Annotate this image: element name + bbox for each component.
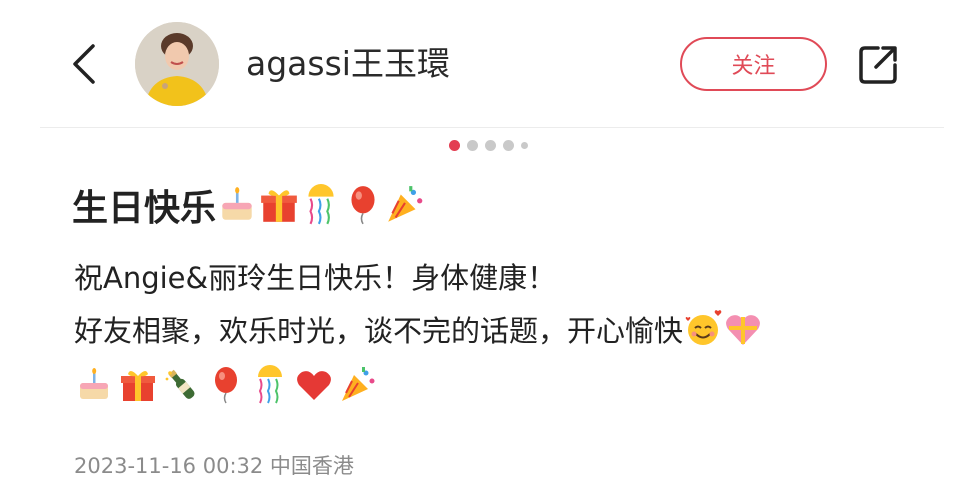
post-body-emoji-row — [74, 358, 934, 411]
avatar-image — [135, 22, 219, 106]
post-body-line: 祝Angie&丽玲生日快乐！身体健康！ — [74, 261, 557, 295]
pager-dot[interactable] — [485, 139, 496, 151]
avatar[interactable] — [135, 22, 219, 106]
post-timestamp: 2023-11-16 00:32 中国香港 — [74, 454, 354, 478]
post-body: 祝Angie&丽玲生日快乐！身体健康！ 好友相聚，欢乐时光，谈不完的话题，开心愉… — [74, 252, 934, 411]
username[interactable]: agassi王玉環 — [246, 44, 450, 84]
post-body-text: 好友相聚，欢乐时光，谈不完的话题，开心愉快 — [74, 314, 684, 348]
header-divider — [40, 127, 944, 128]
follow-button[interactable]: 关注 — [680, 37, 827, 91]
share-external-icon — [859, 46, 897, 84]
share-button[interactable] — [852, 40, 904, 90]
smiling-hearts-icon — [685, 310, 722, 345]
party-popper-icon — [388, 186, 423, 222]
heart-gift-icon — [726, 315, 760, 345]
pager-dot[interactable] — [503, 139, 514, 151]
balloon-icon — [351, 186, 375, 225]
party-popper-icon — [342, 366, 375, 401]
gift-icon — [121, 370, 155, 401]
post-title: 生日快乐 — [72, 184, 426, 234]
post-body-line: 好友相聚，欢乐时光，谈不完的话题，开心愉快 — [74, 305, 934, 358]
confetti-ball-icon — [258, 364, 282, 403]
pager-dot[interactable] — [521, 141, 528, 149]
cake-icon — [80, 367, 108, 399]
balloon-icon — [215, 366, 237, 403]
image-pager-dots — [449, 139, 528, 151]
gift-icon — [261, 190, 297, 222]
cake-icon — [222, 187, 252, 220]
pager-dot[interactable] — [467, 139, 478, 151]
champagne-icon — [165, 369, 195, 399]
red-heart-icon — [297, 370, 331, 400]
chevron-left-icon — [73, 44, 95, 84]
post-header: agassi王玉環 关注 — [0, 0, 960, 128]
pager-dot-active[interactable] — [449, 139, 460, 151]
post-title-text: 生日快乐 — [72, 188, 217, 229]
back-button[interactable] — [62, 40, 106, 88]
confetti-ball-icon — [308, 184, 334, 225]
